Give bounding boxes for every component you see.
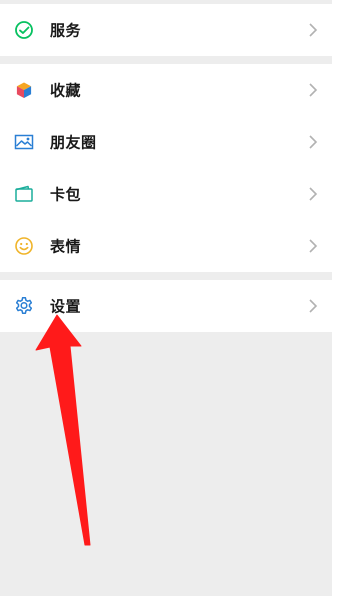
menu-item-moments[interactable]: 朋友圈 bbox=[0, 116, 332, 168]
menu-item-moments-label: 朋友圈 bbox=[50, 133, 97, 152]
me-page-screen: 服务 收藏 朋友圈 卡包 表情 设置 bbox=[0, 0, 332, 596]
group-content: 收藏 朋友圈 卡包 表情 bbox=[0, 64, 332, 272]
chevron-right-icon bbox=[308, 22, 318, 38]
wallet-icon bbox=[13, 183, 35, 205]
menu-item-service[interactable]: 服务 bbox=[0, 4, 332, 56]
image-icon bbox=[13, 131, 35, 153]
cube-icon bbox=[13, 79, 35, 101]
chevron-right-icon bbox=[308, 238, 318, 254]
wechat-pay-icon bbox=[13, 19, 35, 41]
menu-item-cards[interactable]: 卡包 bbox=[0, 168, 332, 220]
menu-item-cards-label: 卡包 bbox=[50, 185, 82, 204]
right-edge-strip bbox=[332, 0, 337, 596]
menu-item-favorites-label: 收藏 bbox=[50, 81, 82, 100]
gear-icon bbox=[13, 295, 35, 317]
chevron-right-icon bbox=[308, 186, 318, 202]
menu-item-favorites[interactable]: 收藏 bbox=[0, 64, 332, 116]
smiley-icon bbox=[13, 235, 35, 257]
chevron-right-icon bbox=[308, 82, 318, 98]
menu-item-stickers-label: 表情 bbox=[50, 237, 82, 256]
chevron-right-icon bbox=[308, 134, 318, 150]
menu-item-settings-label: 设置 bbox=[50, 297, 82, 316]
group-service: 服务 bbox=[0, 4, 332, 56]
group-settings: 设置 bbox=[0, 280, 332, 332]
menu-item-stickers[interactable]: 表情 bbox=[0, 220, 332, 272]
menu-item-service-label: 服务 bbox=[50, 21, 82, 40]
menu-item-settings[interactable]: 设置 bbox=[0, 280, 332, 332]
chevron-right-icon bbox=[308, 298, 318, 314]
